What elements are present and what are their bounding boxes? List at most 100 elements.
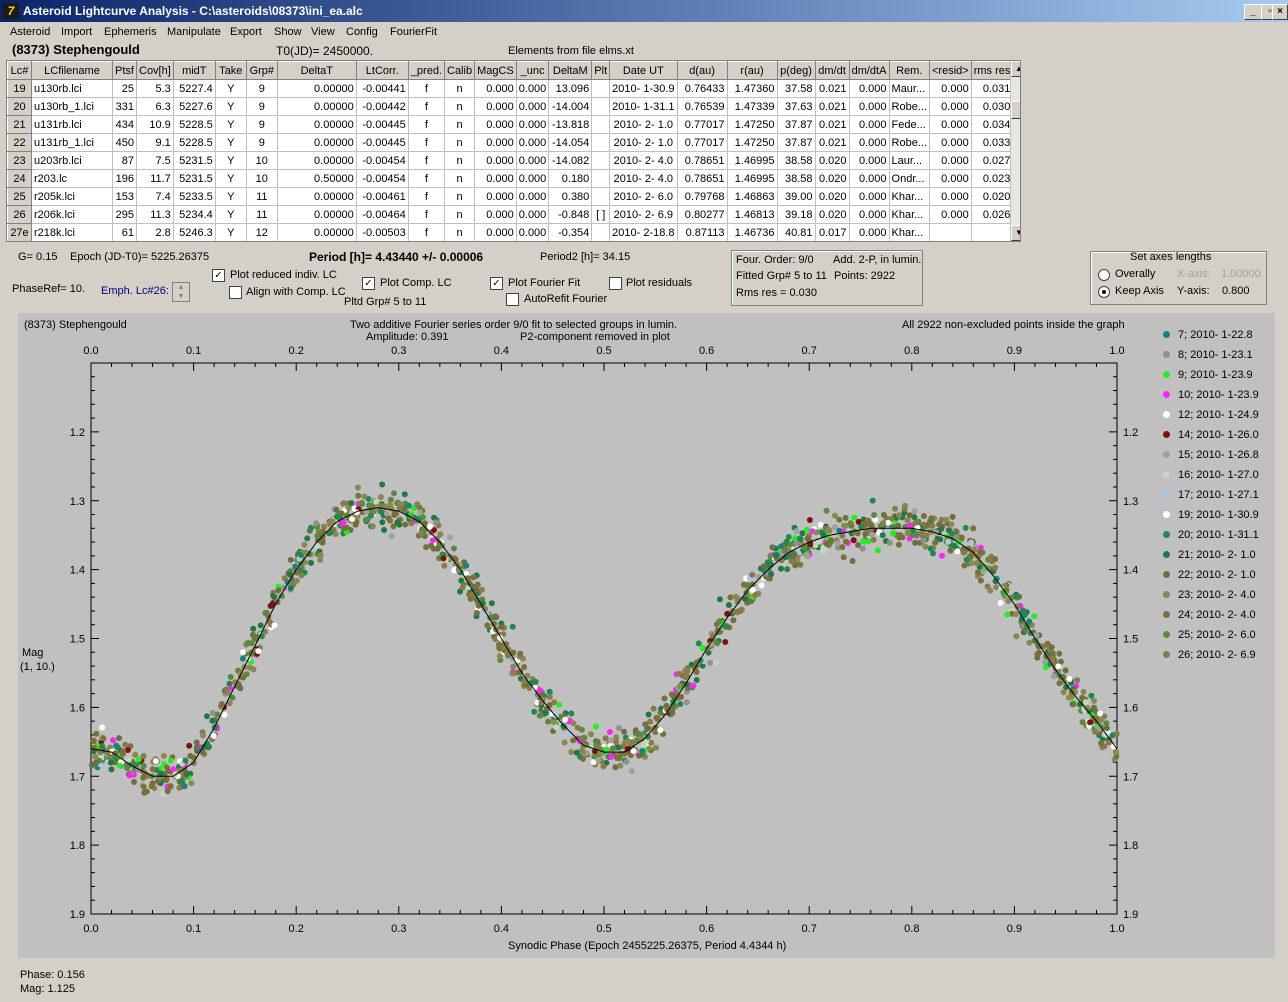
data-point (919, 530, 926, 537)
data-point (847, 520, 854, 527)
data-point (381, 527, 388, 533)
data-point (961, 562, 968, 569)
legend-label: 9; 2010- 1-23.9 (1178, 369, 1253, 381)
data-point (803, 526, 810, 533)
legend-label: 17; 2010- 1-27.1 (1178, 489, 1259, 501)
y-tick-label-left: 1.3 (70, 496, 85, 508)
data-point (884, 526, 891, 533)
data-point (474, 581, 481, 588)
data-point (722, 639, 729, 645)
x-tick-label-bottom: 0.5 (596, 923, 611, 935)
data-point (1088, 692, 1095, 699)
data-point (945, 538, 952, 545)
data-point (609, 745, 616, 752)
data-point (880, 520, 886, 527)
x-tick-label-bottom: 0.3 (391, 923, 406, 935)
data-point (388, 533, 395, 540)
data-point (293, 577, 300, 584)
data-point (190, 760, 197, 767)
lightcurve-plot[interactable]: 0.0 0.0 0.1 0.1 0.2 0.2 0.3 0.3 0.4 0.4 0.5 0.5 0.6 0… (0, 0, 1288, 1002)
data-point (973, 560, 980, 567)
data-point (628, 768, 635, 775)
data-point (922, 543, 929, 550)
y-tick-label-left: 1.4 (70, 565, 85, 577)
data-point (186, 742, 193, 749)
data-point (340, 519, 347, 526)
data-point (387, 496, 394, 503)
data-point (391, 490, 397, 497)
data-point (642, 721, 649, 728)
data-point (840, 554, 847, 561)
x-tick-label-top: 0.0 (83, 345, 98, 357)
data-point (962, 524, 969, 531)
data-point (826, 527, 833, 534)
data-point (615, 744, 622, 751)
data-point (549, 718, 556, 725)
x-tick-label-top: 1.0 (1109, 345, 1124, 357)
data-point (880, 511, 887, 518)
x-tick-label-bottom: 0.2 (289, 923, 304, 935)
x-tick-label-bottom: 0.4 (494, 923, 509, 935)
y-tick-label-right: 1.8 (1123, 840, 1138, 852)
data-point (509, 670, 516, 677)
x-tick-label-top: 0.1 (186, 345, 201, 357)
data-point (100, 735, 107, 742)
x-tick-label-top: 0.4 (494, 345, 509, 357)
data-point (725, 602, 732, 608)
data-point (348, 500, 355, 507)
legend-label: 19; 2010- 1-30.9 (1178, 509, 1259, 521)
data-point (418, 530, 425, 537)
data-point (122, 741, 129, 748)
data-point (904, 530, 911, 536)
data-point (652, 744, 659, 751)
data-point (210, 732, 217, 739)
data-point (124, 765, 131, 771)
data-point (997, 600, 1004, 606)
data-point (713, 660, 720, 667)
data-point (645, 711, 652, 718)
data-point (906, 512, 913, 519)
data-point (1022, 627, 1028, 634)
data-point (1080, 688, 1087, 695)
data-point (343, 524, 350, 531)
x-tick-label-top: 0.6 (699, 345, 714, 357)
data-point (304, 535, 311, 542)
legend-label: 8; 2010- 1-23.1 (1178, 349, 1253, 361)
data-point (470, 574, 477, 581)
data-point (1055, 663, 1062, 670)
data-point (498, 623, 505, 630)
data-point (939, 552, 945, 559)
x-tick-label-top: 0.8 (904, 345, 919, 357)
data-point (99, 724, 106, 731)
data-point (338, 510, 345, 517)
data-point (152, 758, 159, 764)
data-point (160, 752, 167, 759)
data-point (387, 517, 393, 524)
data-point (864, 517, 871, 524)
data-point (595, 756, 602, 763)
data-point (732, 593, 739, 600)
data-point (592, 723, 599, 730)
data-point (695, 640, 702, 647)
data-point (678, 693, 685, 700)
data-point (641, 742, 647, 749)
data-point (179, 778, 186, 785)
legend-marker (1163, 511, 1170, 518)
data-point (849, 558, 856, 564)
legend-marker (1163, 371, 1170, 378)
data-point (1056, 650, 1063, 657)
plot-frame (90, 362, 1118, 915)
data-point (379, 519, 386, 526)
data-point (608, 753, 615, 760)
data-point (402, 521, 409, 528)
data-point (110, 737, 116, 744)
data-point (817, 521, 824, 528)
data-point (630, 748, 637, 755)
data-point (1091, 697, 1097, 704)
legend-marker (1163, 531, 1170, 538)
y-tick-label-right: 1.9 (1123, 909, 1138, 921)
x-tick-label-bottom: 1.0 (1109, 923, 1124, 935)
data-point (783, 538, 790, 545)
data-point (806, 517, 813, 523)
data-point (920, 537, 927, 544)
